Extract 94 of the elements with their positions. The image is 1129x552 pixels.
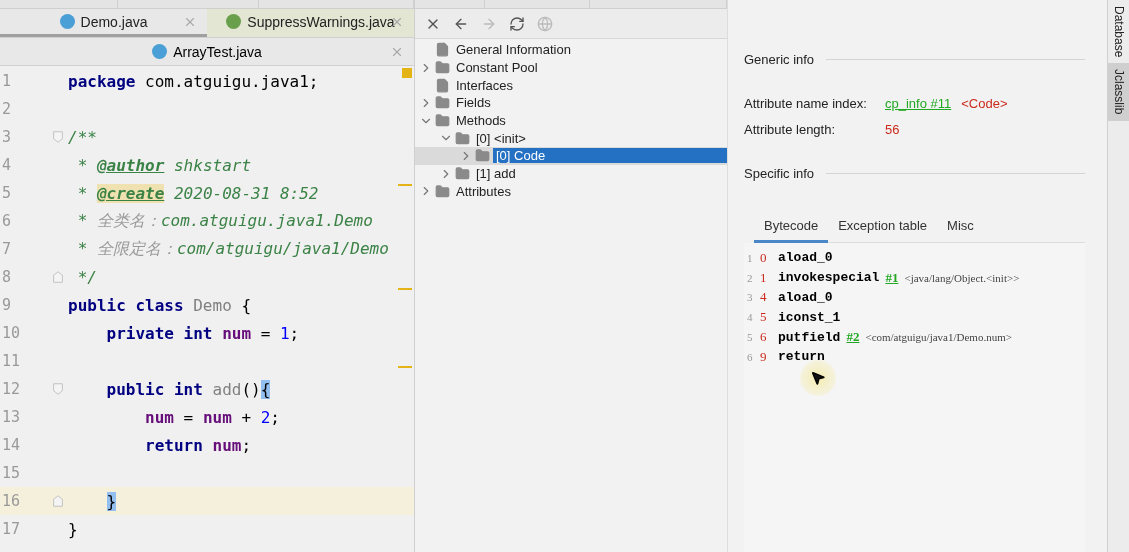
tree-item[interactable]: Attributes (415, 182, 727, 201)
fold-icon[interactable] (51, 493, 65, 509)
code-line: num = num + 2; (144, 407, 280, 427)
line-number: 12 (1, 380, 22, 398)
error-stripe-mark[interactable] (398, 366, 412, 368)
line-number: 4 (747, 311, 754, 324)
code-line: */ (76, 267, 97, 287)
code-line: package com.atguigu.java1; (68, 71, 319, 91)
opcode: iconst_1 (778, 309, 841, 325)
bytecode-offset: 1 (760, 269, 768, 286)
code-line: /** (68, 127, 97, 147)
bytecode-offset: 4 (760, 289, 768, 306)
folder-icon (455, 130, 470, 146)
line-number: 3 (747, 291, 754, 304)
opcode: invokespecial (778, 270, 880, 286)
tree-item[interactable]: [0] <init> (415, 129, 727, 148)
tree-item[interactable]: General Information (415, 41, 727, 59)
line-number: 6 (747, 350, 754, 363)
editor-tab[interactable]: Demo.java (0, 9, 207, 37)
bytecode-offset: 9 (760, 348, 768, 365)
line-number: 1 (1, 72, 13, 90)
side-tab[interactable]: Jclasslib (1108, 63, 1129, 121)
code-line: * @create 2020-08-31 8:52 (76, 183, 319, 203)
opcode: return (778, 349, 825, 365)
fold-icon[interactable] (51, 381, 65, 397)
line-number: 1 (747, 251, 754, 264)
editor-tab[interactable]: ArrayTest.java (0, 38, 414, 66)
line-number: 14 (1, 436, 22, 454)
code-line: public class Demo { (68, 295, 252, 315)
folder-icon (435, 183, 450, 199)
tree-item[interactable]: Constant Pool (415, 58, 727, 77)
fold-icon[interactable] (51, 129, 65, 145)
folder-icon (435, 113, 450, 129)
tab[interactable]: Exception table (828, 212, 938, 243)
tree-item[interactable]: [0] Code (415, 147, 727, 165)
folder-icon (435, 60, 450, 76)
tab[interactable]: Misc (937, 212, 984, 243)
class-icon (59, 14, 75, 29)
line-number: 2 (747, 271, 754, 284)
code-line: * @author shkstart (76, 155, 252, 175)
code-line: * 全类名：com.atguigu.java1.Demo (76, 210, 373, 232)
code-line: return num; (144, 435, 252, 455)
line-number: 7 (1, 240, 13, 258)
class-icon (152, 44, 168, 59)
opcode: aload_0 (778, 290, 833, 305)
line-number: 17 (1, 520, 22, 538)
side-tab[interactable]: Database (1108, 0, 1129, 64)
error-stripe-mark[interactable] (398, 288, 412, 290)
bytecode-comment: <com/atguigu/java1/Demo.num> (865, 331, 1012, 344)
error-stripe-mark[interactable] (398, 184, 412, 186)
line-number: 16 (1, 492, 22, 510)
property-label: Attribute length: (744, 121, 837, 137)
tree-item[interactable]: Fields (415, 94, 727, 112)
line-number: 4 (1, 156, 13, 174)
section-title: Specific info (744, 165, 815, 181)
line-number: 9 (1, 296, 13, 314)
bytecode-offset: 0 (760, 249, 768, 266)
folder-icon (435, 95, 450, 111)
line-number: 2 (1, 100, 13, 118)
opcode: aload_0 (778, 250, 833, 266)
line-number: 3 (1, 128, 13, 146)
mouse-pointer-icon (810, 370, 826, 386)
fold-icon[interactable] (51, 269, 65, 285)
line-number: 11 (1, 352, 22, 370)
opcode: putfield (778, 329, 841, 345)
line-number: 13 (1, 408, 22, 426)
code-line: * 全限定名：com/atguigu/java1/Demo (76, 238, 389, 260)
tree-item[interactable]: [1] add (415, 164, 727, 183)
file-icon (435, 42, 450, 58)
property-label: Attribute name index: (744, 95, 868, 111)
property-value: <Code> (961, 95, 1008, 111)
bytecode-comment: <java/lang/Object.<init>> (904, 271, 1020, 284)
bytecode-offset: 5 (760, 309, 768, 326)
code-line: public int add(){ (105, 379, 271, 399)
editor-tab[interactable]: SuppressWarnings.java (207, 9, 414, 37)
line-number: 10 (1, 324, 22, 342)
line-number: 15 (1, 464, 22, 482)
line-number: 6 (1, 212, 13, 230)
folder-icon (475, 148, 490, 164)
section-title: Generic info (744, 51, 815, 67)
tree-item[interactable]: Interfaces (415, 76, 727, 95)
warning-marker[interactable] (402, 68, 412, 78)
line-number: 5 (1, 184, 13, 202)
property-value: 56 (885, 121, 900, 137)
annotation-icon (226, 14, 242, 29)
code-line: } (68, 519, 78, 539)
line-number: 8 (1, 268, 13, 286)
file-icon (435, 77, 450, 93)
folder-icon (455, 166, 470, 182)
code-line: private int num = 1; (105, 323, 300, 343)
bytecode-offset: 6 (760, 329, 768, 346)
line-number: 5 (747, 331, 754, 344)
refresh-button[interactable] (509, 15, 525, 32)
tree-item[interactable]: Methods (415, 111, 727, 130)
